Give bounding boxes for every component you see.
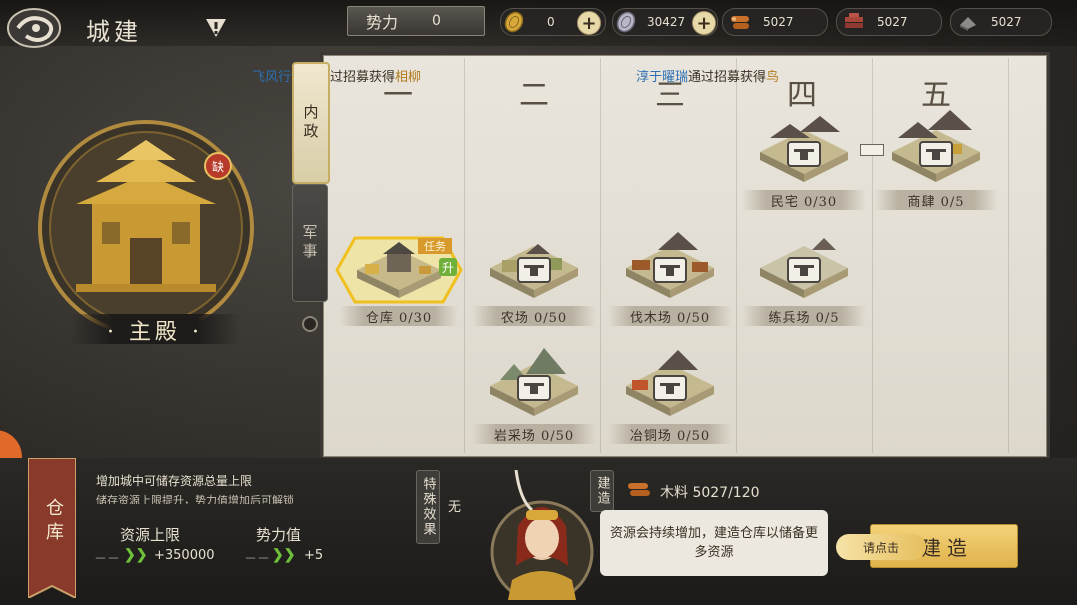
arrow-icon: ❯❯ <box>272 547 296 563</box>
main-hall-label: · 主殿 · <box>70 314 240 345</box>
iron-icon <box>957 11 979 33</box>
advisor-speech-bubble: 资源会持续增加，建造仓库以储备更多资源 <box>600 510 828 576</box>
tab-neizheng[interactable]: 内政 <box>292 62 330 184</box>
building-famuchang-label: 伐木场 0/50 <box>608 306 732 326</box>
power-label: 势力 <box>366 13 399 32</box>
alert-icon[interactable] <box>204 17 228 39</box>
building-nongchang[interactable] <box>486 234 582 302</box>
notice-left-player: 飞风行 <box>252 70 292 85</box>
missing-badge: 缺 <box>204 152 232 180</box>
silver-coin-icon <box>615 11 637 33</box>
main-hall-medallion[interactable] <box>36 118 256 338</box>
tab-knob-icon <box>302 316 318 332</box>
brick-icon <box>843 11 865 33</box>
gold-coin-icon <box>503 11 525 33</box>
special-effect-value: 无 <box>448 500 462 515</box>
building-famuchang[interactable] <box>622 226 718 302</box>
building-description: 增加城中可储存资源总量上限 <box>96 474 253 488</box>
resource-brick: 5027 <box>836 8 942 36</box>
stat1-label: 资源上限 <box>120 526 181 544</box>
building-shangsi-label: 商肆 0/5 <box>874 190 998 210</box>
building-minzhai[interactable] <box>756 110 852 186</box>
resource-silver-value: 30427 <box>647 15 686 29</box>
description-scribble: 储存资源上限提升，势力值增加后可解锁 <box>96 494 294 504</box>
arrow-icon: ❯❯ <box>124 547 148 563</box>
connector-icon <box>860 144 884 156</box>
notice-right: 淳于曜瑞通过招募获得鸟 <box>636 66 779 85</box>
advisor-portrait <box>484 469 596 604</box>
building-cangku-label: 仓库 0/30 <box>340 306 458 326</box>
resource-brick-value: 5027 <box>877 15 908 29</box>
resource-wood-value: 5027 <box>763 15 794 29</box>
stat2-dash: －－ <box>244 552 271 567</box>
building-yetongchang-label: 冶铜场 0/50 <box>608 424 732 444</box>
click-hint-tooltip: 请点击 <box>836 534 926 560</box>
notice-right-mid: 通过招募获得 <box>688 70 767 85</box>
power-display: 势力 0 <box>347 6 485 36</box>
add-gold-button[interactable]: + <box>577 11 601 35</box>
build-cost-value: 木料 5027/120 <box>660 485 760 501</box>
building-yetongchang[interactable] <box>622 344 718 420</box>
building-lianbingchang-label: 练兵场 0/5 <box>742 306 866 326</box>
upgrade-badge[interactable]: 升 <box>439 258 457 276</box>
stat1-dash: －－ <box>94 552 121 567</box>
building-yancaichang[interactable] <box>486 344 582 420</box>
resource-gold-value: 0 <box>547 15 555 29</box>
stat1-value: +350000 <box>154 548 215 563</box>
tab-junshi[interactable]: 军事 <box>292 184 328 302</box>
resource-iron: 5027 <box>950 8 1052 36</box>
building-minzhai-label: 民宅 0/30 <box>742 190 866 210</box>
resource-iron-value: 5027 <box>991 15 1022 29</box>
building-yancaichang-label: 岩采场 0/50 <box>472 424 596 444</box>
notice-left: 飞风行剑客通过招募获得相柳 <box>252 66 421 85</box>
notice-left-item: 相柳 <box>395 70 422 85</box>
special-effect-label: 特殊效果 <box>416 470 440 544</box>
back-logo-icon[interactable] <box>6 6 68 50</box>
column-number: 四 <box>787 78 817 113</box>
notice-right-item: 鸟 <box>766 70 780 85</box>
building-shangsi[interactable] <box>888 106 984 186</box>
resource-wood: 5027 <box>722 8 828 36</box>
page-title: 城建 <box>86 18 142 46</box>
task-badge: 任务 <box>418 238 452 254</box>
notice-right-player: 淳于曜瑞 <box>636 70 689 85</box>
wood-icon <box>626 480 652 500</box>
column-number: 二 <box>519 78 549 113</box>
stat2-value: +5 <box>304 548 324 563</box>
add-silver-button[interactable]: + <box>692 11 716 35</box>
stat2-label: 势力值 <box>256 526 302 544</box>
building-nongchang-label: 农场 0/50 <box>472 306 596 326</box>
ribbon-label: 仓库 <box>43 498 64 546</box>
building-lianbingchang[interactable] <box>756 232 852 302</box>
power-value: 0 <box>432 13 441 29</box>
wood-icon <box>729 11 751 33</box>
